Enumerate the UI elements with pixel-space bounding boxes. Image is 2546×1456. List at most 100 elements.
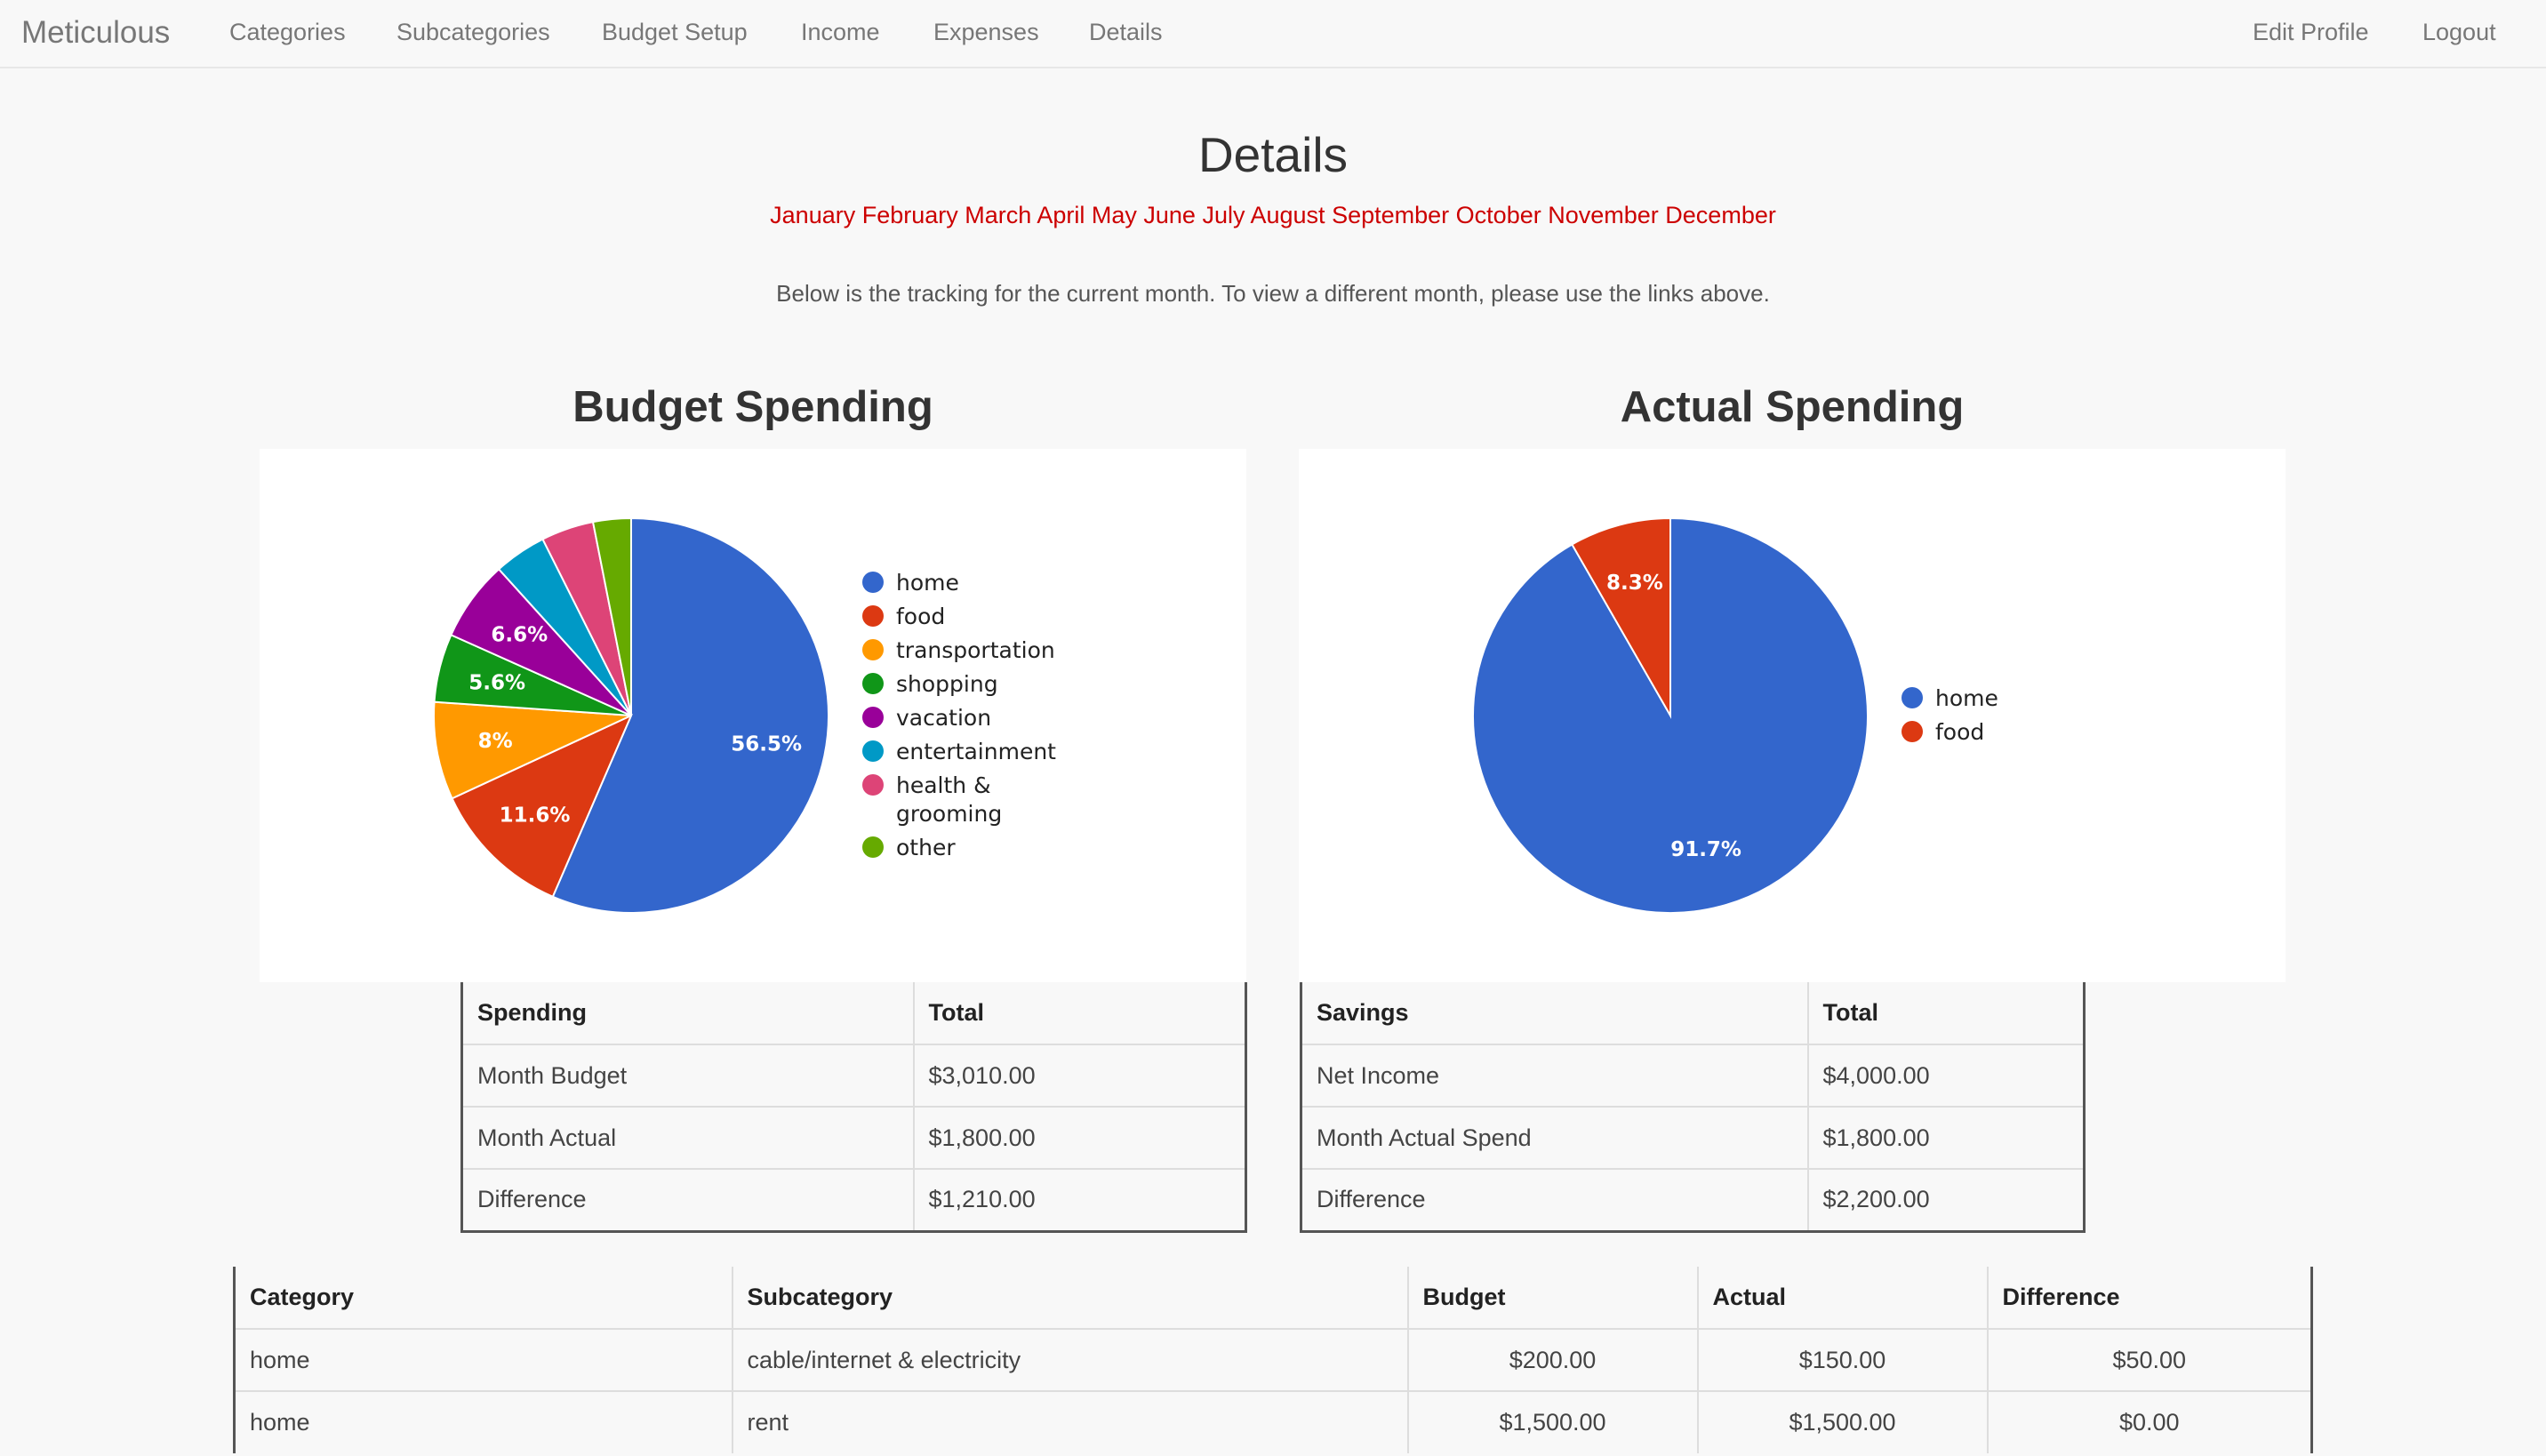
- cell-category: home: [234, 1390, 733, 1453]
- legend-item-home: home: [1901, 685, 1998, 711]
- budget-pie-svg: 56.5% 11.6% 8% 5.6% 6.6% home food transportati…: [433, 516, 1056, 914]
- month-link-june[interactable]: June: [1143, 202, 1196, 228]
- legend-label: food: [896, 604, 945, 629]
- table-row: Month Actual Spend $1,800.00: [1301, 1106, 2085, 1169]
- legend-marker: [1901, 687, 1923, 708]
- legend-label: transportation: [896, 637, 1055, 663]
- table-header-row: Savings Total: [1301, 982, 2085, 1044]
- slice-label-vacation: 6.6%: [491, 624, 548, 647]
- month-links: January February March April May June Ju…: [0, 202, 2546, 229]
- month-link-february[interactable]: February: [862, 202, 958, 228]
- cell-subcategory: cable/internet & electricity: [731, 1328, 1408, 1391]
- legend-label: health &: [896, 772, 991, 798]
- legend-item-food: food: [1901, 719, 1984, 745]
- nav-link-logout[interactable]: Logout: [2422, 0, 2496, 67]
- legend-label: vacation: [896, 705, 991, 731]
- legend-label: home: [1935, 685, 1998, 711]
- table-row: Difference $2,200.00: [1301, 1168, 2085, 1231]
- brand-link[interactable]: Meticulous: [21, 0, 170, 67]
- nav-link-budget-setup[interactable]: Budget Setup: [602, 0, 748, 67]
- nav-link-income[interactable]: Income: [801, 0, 880, 67]
- month-link-april[interactable]: April: [1037, 202, 1085, 228]
- row-value: $1,800.00: [1806, 1106, 2085, 1169]
- column-header-difference: Difference: [1986, 1267, 2312, 1329]
- row-value: $2,200.00: [1806, 1168, 2085, 1231]
- slice-label-transportation: 8%: [478, 730, 513, 753]
- cell-actual: $1,500.00: [1696, 1390, 1988, 1453]
- slice-label-food: 8.3%: [1606, 572, 1663, 595]
- month-link-march[interactable]: March: [965, 202, 1031, 228]
- table-header-row: Spending Total: [462, 982, 1246, 1044]
- legend-item-health-grooming: health & grooming: [862, 772, 1002, 827]
- row-value: $3,010.00: [912, 1044, 1246, 1107]
- month-link-may[interactable]: May: [1092, 202, 1137, 228]
- table-header-row: Category Subcategory Budget Actual Diffe…: [235, 1267, 2312, 1329]
- month-link-august[interactable]: August: [1251, 202, 1325, 228]
- legend-marker: [862, 673, 884, 694]
- top-navbar: Meticulous Categories Subcategories Budg…: [0, 0, 2546, 68]
- actual-pie-chart: 91.7% 8.3% home food: [1299, 449, 2286, 982]
- table-row: Difference $1,210.00: [461, 1168, 1246, 1231]
- table-row: home cable/internet & electricity $200.0…: [234, 1328, 2312, 1391]
- row-label: Net Income: [1301, 1044, 1808, 1107]
- legend-item-entertainment: entertainment: [862, 739, 1056, 764]
- legend-item-other: other: [862, 835, 956, 860]
- month-link-december[interactable]: December: [1665, 202, 1776, 228]
- cell-budget: $200.00: [1406, 1328, 1698, 1391]
- nav-link-details[interactable]: Details: [1089, 0, 1163, 67]
- cell-difference: $50.00: [1986, 1328, 2312, 1391]
- legend-marker: [862, 774, 884, 796]
- table-row: home rent $1,500.00 $1,500.00 $0.00: [234, 1390, 2312, 1453]
- budget-pie-chart: 56.5% 11.6% 8% 5.6% 6.6% home food transportati…: [260, 449, 1246, 982]
- legend-label: shopping: [896, 671, 998, 697]
- legend-label: grooming: [896, 801, 1002, 827]
- budget-chart-title: Budget Spending: [572, 383, 933, 431]
- legend-item-home: home: [862, 570, 959, 596]
- legend-marker: [862, 605, 884, 627]
- legend-label: entertainment: [896, 739, 1056, 764]
- legend-label: home: [896, 570, 959, 596]
- legend-item-vacation: vacation: [862, 705, 991, 731]
- nav-link-categories[interactable]: Categories: [229, 0, 346, 67]
- month-link-july[interactable]: July: [1202, 202, 1245, 228]
- legend-item-shopping: shopping: [862, 671, 998, 697]
- column-header-subcategory: Subcategory: [731, 1267, 1408, 1329]
- spending-summary-table: Spending Total Month Budget $3,010.00 Mo…: [460, 982, 1247, 1233]
- category-detail-table: Category Subcategory Budget Actual Diffe…: [233, 1267, 2313, 1453]
- cell-difference: $0.00: [1986, 1390, 2312, 1453]
- legend-marker: [862, 836, 884, 858]
- row-value: $1,800.00: [912, 1106, 1246, 1169]
- nav-link-expenses[interactable]: Expenses: [933, 0, 1039, 67]
- legend-item-transportation: transportation: [862, 637, 1055, 663]
- cell-actual: $150.00: [1696, 1328, 1988, 1391]
- legend-marker: [1901, 721, 1923, 742]
- column-header: Savings: [1317, 999, 1409, 1026]
- row-label: Month Budget: [461, 1044, 914, 1107]
- actual-chart-title: Actual Spending: [1620, 383, 1965, 431]
- row-label: Difference: [1301, 1168, 1808, 1231]
- column-header-budget: Budget: [1406, 1267, 1698, 1329]
- month-link-january[interactable]: January: [770, 202, 855, 228]
- legend-label: other: [896, 835, 956, 860]
- column-header: Spending: [477, 999, 587, 1026]
- column-header: Total: [1806, 982, 2085, 1044]
- cell-category: home: [234, 1328, 733, 1391]
- slice-label-food: 11.6%: [500, 804, 571, 827]
- legend-marker: [862, 572, 884, 593]
- month-link-october[interactable]: October: [1456, 202, 1541, 228]
- column-header: Total: [912, 982, 1246, 1044]
- column-header-actual: Actual: [1696, 1267, 1988, 1329]
- table-row: Month Actual $1,800.00: [461, 1106, 1246, 1169]
- month-link-september[interactable]: September: [1332, 202, 1449, 228]
- page-title: Details: [1197, 127, 1349, 182]
- nav-link-subcategories[interactable]: Subcategories: [396, 0, 550, 67]
- nav-link-edit-profile[interactable]: Edit Profile: [2253, 0, 2369, 67]
- month-link-november[interactable]: November: [1548, 202, 1659, 228]
- cell-subcategory: rent: [731, 1390, 1408, 1453]
- savings-summary-table: Savings Total Net Income $4,000.00 Month…: [1300, 982, 2086, 1233]
- row-value: $4,000.00: [1806, 1044, 2085, 1107]
- legend-marker: [862, 707, 884, 728]
- cell-budget: $1,500.00: [1406, 1390, 1698, 1453]
- row-label: Month Actual Spend: [1301, 1106, 1808, 1169]
- slice-label-shopping: 5.6%: [468, 671, 525, 694]
